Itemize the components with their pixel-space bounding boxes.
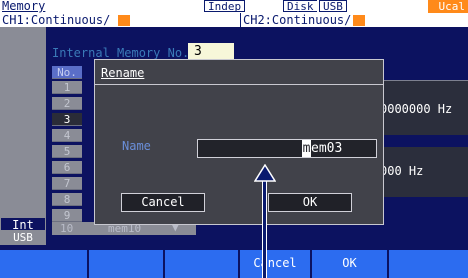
list-item[interactable]: 1 [52, 81, 82, 94]
list-item[interactable]: 7 [52, 177, 82, 190]
annotation-arrow-shaft [263, 180, 266, 278]
channel-divider [240, 13, 241, 27]
list-item-selected[interactable]: 3 [52, 113, 82, 126]
softkey-bar: Cancel OK [0, 250, 468, 278]
list-item[interactable]: 6 [52, 161, 82, 174]
ch2-label: CH2:Continuous/ [243, 13, 352, 27]
frequency-2: 000 Hz [380, 164, 424, 178]
memory-title: Memory [2, 0, 46, 13]
ch2-color-swatch [353, 15, 365, 26]
name-input-value: mem03 [302, 140, 342, 157]
channel-bar: CH1:Continuous/ CH2:Continuous/ [0, 13, 468, 27]
screen: Memory Indep Disk USB Ucal CH1:Continuou… [0, 0, 468, 278]
list-item-no: 10 [60, 222, 74, 235]
list-item[interactable]: 2 [52, 97, 82, 110]
usb-tab[interactable]: USB [0, 231, 46, 245]
ch1-label: CH1:Continuous/ [2, 13, 111, 27]
list-item[interactable]: 9 [52, 209, 82, 222]
name-input-text: em03 [311, 141, 343, 156]
softkey-6[interactable] [389, 250, 468, 278]
softkey-ok[interactable]: OK [312, 250, 389, 278]
name-input[interactable]: mem03 [197, 139, 377, 158]
softkey-1[interactable] [0, 250, 89, 278]
info-panel-1: 0000000 Hz [372, 80, 468, 135]
internal-memory-label: Internal Memory No. [52, 46, 190, 60]
dialog-title-divider [95, 84, 383, 85]
softkey-cancel[interactable]: Cancel [240, 250, 312, 278]
info-panel-2: 000 Hz [372, 147, 468, 197]
list-header: No. [52, 66, 82, 79]
name-label: Name [122, 139, 151, 153]
ch1-color-swatch [118, 15, 130, 26]
list-item[interactable]: 5 [52, 145, 82, 158]
list-item[interactable]: 8 [52, 193, 82, 206]
cancel-button[interactable]: Cancel [121, 193, 205, 212]
softkey-2[interactable] [89, 250, 165, 278]
status-bar: Memory Indep Disk USB Ucal [0, 0, 468, 13]
rename-dialog: Rename Name mem03 Cancel OK [94, 59, 384, 225]
text-cursor: m [302, 140, 311, 157]
int-tab[interactable]: Int [0, 217, 46, 232]
frequency-1: 0000000 Hz [380, 102, 453, 116]
memory-list: No. 1 2 3 4 5 6 7 8 9 [52, 66, 82, 236]
disk-indicator: Disk [283, 0, 317, 12]
ucal-indicator: Ucal [428, 0, 468, 13]
left-strip [0, 27, 46, 233]
indep-indicator: Indep [204, 0, 246, 12]
dialog-title: Rename [101, 66, 145, 80]
ok-button[interactable]: OK [268, 193, 352, 212]
list-item[interactable]: 4 [52, 129, 82, 142]
softkey-3[interactable] [165, 250, 240, 278]
usb-indicator: USB [319, 0, 347, 12]
arrow-up-icon [254, 164, 276, 182]
